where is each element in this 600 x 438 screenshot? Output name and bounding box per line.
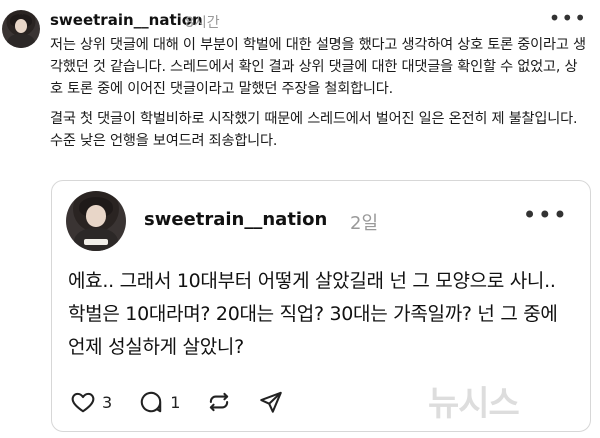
heart-icon [71, 392, 95, 413]
comment-count: 1 [170, 392, 181, 412]
post-text: 저는 상위 댓글에 대해 이 부분이 학벌에 대한 설명을 했다고 생각하여 상… [50, 34, 590, 152]
repost-button[interactable] [206, 389, 232, 415]
quoted-body: 에효.. 그래서 10대부터 어떻게 살았길래 넌 그 모양으로 사니.. 학벌… [68, 270, 558, 358]
post-time: 8시간 [185, 15, 220, 31]
repost-icon [210, 392, 229, 412]
avatar[interactable] [2, 10, 40, 48]
share-button[interactable] [258, 389, 284, 415]
like-count: 3 [102, 392, 113, 412]
avatar-face [86, 205, 106, 227]
quoted-avatar[interactable] [66, 191, 126, 251]
quoted-time: 2일 [350, 213, 379, 234]
avatar-face [14, 19, 28, 33]
like-button[interactable]: 3 [70, 389, 112, 415]
comment-button[interactable]: 1 [138, 389, 180, 415]
watermark-logo: 뉴시스 [428, 384, 520, 424]
post-username[interactable]: sweetrain__nation [50, 11, 203, 29]
more-icon[interactable]: ••• [549, 6, 587, 30]
share-icon [260, 391, 283, 413]
post-paragraph-2: 결국 첫 댓글이 학벌비하로 시작했기 때문에 스레드에서 벌어진 일은 온전히… [50, 111, 578, 149]
avatar-nameplate [84, 239, 108, 245]
action-bar: 3 1 [70, 387, 310, 417]
comment-icon [140, 391, 162, 413]
more-icon[interactable]: ••• [523, 201, 568, 229]
quoted-username[interactable]: sweetrain__nation [144, 209, 327, 230]
post-paragraph-1: 저는 상위 댓글에 대해 이 부분이 학벌에 대한 설명을 했다고 생각하여 상… [50, 37, 586, 97]
avatar-body [7, 33, 35, 48]
